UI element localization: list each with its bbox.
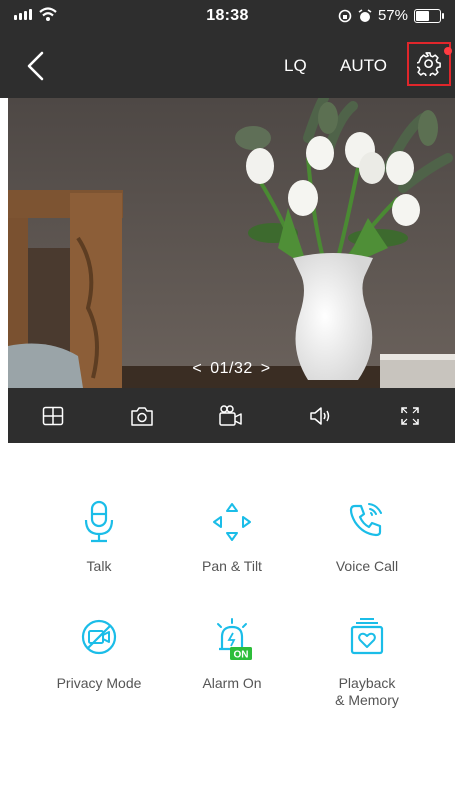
clip-index: 01/32 xyxy=(210,360,253,377)
top-bar: 18:38 57% LQ AUTO xyxy=(0,0,455,98)
playback-memory-label: Playback & Memory xyxy=(335,675,399,708)
alarm-button[interactable]: ON Alarm On xyxy=(157,617,307,692)
battery-icon xyxy=(414,8,444,23)
speaker-icon xyxy=(310,406,330,425)
battery-percent: 57% xyxy=(377,7,408,24)
alarm-icon: ON xyxy=(217,618,252,661)
playback-memory-button[interactable]: Playback & Memory xyxy=(292,617,442,709)
alarm-on-badge: ON xyxy=(234,650,249,661)
fullscreen-button[interactable] xyxy=(390,396,430,436)
talk-label: Talk xyxy=(86,558,112,574)
status-right: 57% xyxy=(338,7,444,24)
pan-tilt-button[interactable]: Pan & Tilt xyxy=(157,500,307,575)
pan-tilt-icon xyxy=(213,503,251,541)
previous-clip-button[interactable]: < xyxy=(184,360,210,377)
camera-view[interactable]: <01/32 > xyxy=(8,98,455,388)
gear-icon xyxy=(417,52,441,76)
mode-toggle[interactable]: AUTO xyxy=(340,56,387,76)
pan-tilt-label: Pan & Tilt xyxy=(202,558,262,574)
camera-icon xyxy=(131,406,153,426)
sound-button[interactable] xyxy=(301,396,341,436)
microphone-icon xyxy=(84,500,114,543)
status-bar: 18:38 57% xyxy=(0,0,455,34)
layout-button[interactable] xyxy=(33,396,73,436)
settings-button[interactable] xyxy=(407,42,452,86)
snapshot-button[interactable] xyxy=(122,396,162,436)
alarm-label: Alarm On xyxy=(202,675,262,691)
voice-call-button[interactable]: Voice Call xyxy=(292,500,442,575)
back-chevron-icon[interactable] xyxy=(22,50,52,82)
record-button[interactable] xyxy=(211,396,251,436)
privacy-camera-icon xyxy=(81,619,117,655)
privacy-mode-button[interactable]: Privacy Mode xyxy=(24,617,174,692)
camera-feed-image xyxy=(8,98,455,388)
notification-dot xyxy=(444,47,452,55)
video-record-icon xyxy=(219,404,243,426)
next-clip-button[interactable]: > xyxy=(253,360,279,377)
quality-toggle[interactable]: LQ xyxy=(284,56,307,76)
talk-button[interactable]: Talk xyxy=(24,500,174,575)
phone-call-icon xyxy=(349,503,382,537)
nav-bar: LQ AUTO xyxy=(0,34,455,98)
voice-call-label: Voice Call xyxy=(335,558,399,574)
privacy-mode-label: Privacy Mode xyxy=(56,675,142,691)
rotation-lock-icon xyxy=(338,9,352,22)
playback-icon xyxy=(350,618,384,655)
grid-layout-icon xyxy=(42,406,63,425)
clip-counter: <01/32 > xyxy=(8,360,455,378)
alarm-clock-icon xyxy=(358,8,372,22)
camera-toolbar xyxy=(8,388,455,443)
fullscreen-icon xyxy=(401,406,419,425)
